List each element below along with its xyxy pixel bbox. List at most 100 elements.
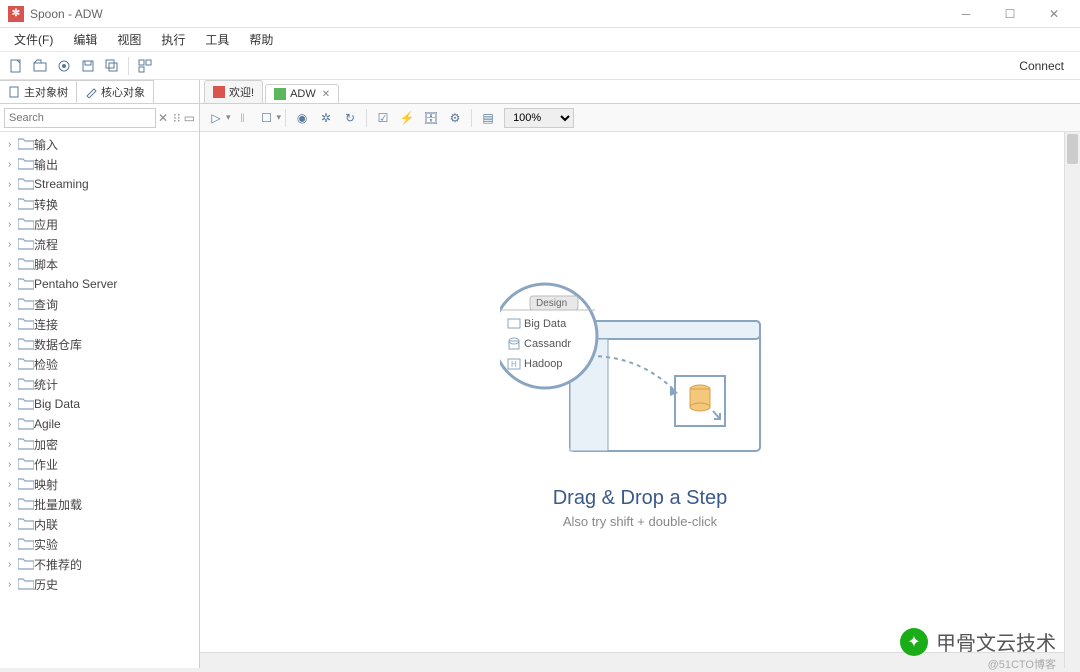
collapse-icon[interactable]: ▭ [184,109,195,127]
chevron-right-icon: › [8,199,18,210]
folder-icon [18,318,34,330]
menu-file[interactable]: 文件(F) [4,29,63,50]
welcome-tab-icon [213,86,225,98]
maximize-button[interactable]: ☐ [992,4,1028,24]
watermark-text: 甲骨文云技术 [936,627,1056,656]
separator [471,109,472,127]
debug-icon[interactable]: ✲ [316,108,336,128]
verify-icon[interactable]: ☑ [373,108,393,128]
window-controls: ─ ☐ ✕ [948,4,1072,24]
tree-item[interactable]: › 数据仓库 [0,334,199,354]
tree-item[interactable]: › 转换 [0,194,199,214]
tree-item[interactable]: › 实验 [0,534,199,554]
search-input[interactable] [4,108,156,128]
open-icon[interactable] [30,56,50,76]
tree-item-label: 脚本 [34,256,58,273]
tree-item[interactable]: › Streaming [0,174,199,194]
connect-button[interactable]: Connect [1007,57,1076,75]
replay-icon[interactable]: ↻ [340,108,360,128]
run-icon[interactable]: ▷ [206,108,226,128]
perspective-icon[interactable] [135,56,155,76]
preview-icon[interactable]: ◉ [292,108,312,128]
tree-item[interactable]: › 流程 [0,234,199,254]
tree-item[interactable]: › 不推荐的 [0,554,199,574]
tree-item-label: 输入 [34,136,58,153]
show-results-icon[interactable]: ▤ [478,108,498,128]
folder-icon [18,338,34,350]
tree-item[interactable]: › 内联 [0,514,199,534]
menu-edit[interactable]: 编辑 [63,29,107,50]
folder-icon [18,238,34,250]
tree-item-label: Streaming [34,177,89,191]
scroll-thumb[interactable] [1067,134,1078,164]
editor-tab-adw[interactable]: ADW ✕ [265,84,339,103]
chevron-right-icon: › [8,359,18,370]
tree-item[interactable]: › 加密 [0,434,199,454]
tree-item-label: 数据仓库 [34,336,82,353]
main-toolbar: Connect [0,52,1080,80]
chevron-right-icon: › [8,459,18,470]
tree-item[interactable]: › 映射 [0,474,199,494]
folder-icon [18,578,34,590]
tree-item[interactable]: › Agile [0,414,199,434]
save-as-icon[interactable] [102,56,122,76]
tree-item[interactable]: › 检验 [0,354,199,374]
tree-item[interactable]: › 连接 [0,314,199,334]
folder-icon [18,518,34,530]
scrollbar-vertical[interactable] [1064,132,1080,668]
canvas[interactable]: Design Big Data Cassandr H Hadoop Drag &… [200,132,1080,668]
object-tree: › 输入 › 输出 › Streaming › 转换 › 应用 › 流程 [0,132,199,668]
tree-item-label: 实验 [34,536,58,553]
explore-db-icon[interactable]: ⚙ [445,108,465,128]
tree-item[interactable]: › 输入 [0,134,199,154]
sql-icon[interactable]: 🗄 [421,108,441,128]
svg-text:Big Data: Big Data [524,318,567,330]
pause-icon[interactable]: ‖ [233,108,253,128]
tree-item[interactable]: › 脚本 [0,254,199,274]
save-icon[interactable] [78,56,98,76]
folder-icon [18,498,34,510]
sidebar-tab-main-tree[interactable]: 主对象树 [0,80,77,103]
minimize-button[interactable]: ─ [948,4,984,24]
editor-tab-welcome[interactable]: 欢迎! [204,80,263,103]
tree-item[interactable]: › 查询 [0,294,199,314]
menu-view[interactable]: 视图 [107,29,151,50]
folder-icon [18,398,34,410]
impact-icon[interactable]: ⚡ [397,108,417,128]
svg-text:H: H [511,360,517,369]
tree-item[interactable]: › 应用 [0,214,199,234]
tree-item[interactable]: › 批量加载 [0,494,199,514]
chevron-right-icon: › [8,439,18,450]
tab-close-icon[interactable]: ✕ [322,89,330,100]
chevron-right-icon: › [8,259,18,270]
tree-item[interactable]: › 作业 [0,454,199,474]
tree-item[interactable]: › 输出 [0,154,199,174]
tree-item[interactable]: › Pentaho Server [0,274,199,294]
tree-item[interactable]: › 统计 [0,374,199,394]
watermark: ✦ 甲骨文云技术 @51CTO博客 [900,627,1056,656]
menu-tools[interactable]: 工具 [195,29,239,50]
dropdown-icon: ▾ [277,112,282,123]
folder-icon [18,258,34,270]
zoom-select[interactable]: 100% [504,108,574,128]
sidebar-tab-label: 主对象树 [24,84,68,100]
svg-text:Hadoop: Hadoop [524,358,563,370]
tree-item[interactable]: › 历史 [0,574,199,594]
chevron-right-icon: › [8,219,18,230]
clear-icon[interactable]: ✕ [158,109,168,127]
menu-help[interactable]: 帮助 [239,29,283,50]
explore-icon[interactable] [54,56,74,76]
tree-item[interactable]: › Big Data [0,394,199,414]
sidebar-tab-core-objects[interactable]: 核心对象 [77,80,154,103]
new-file-icon[interactable] [6,56,26,76]
stop-icon[interactable]: ☐ [257,108,277,128]
tree-item-label: 批量加载 [34,496,82,513]
canvas-toolbar: ▷ ▾ ‖ ☐ ▾ ◉ ✲ ↻ ☑ ⚡ 🗄 ⚙ ▤ 100% [200,104,1080,132]
expand-icon[interactable]: ⁝⁝ [172,109,182,127]
tree-item-label: 内联 [34,516,58,533]
folder-icon [18,198,34,210]
separator [285,109,286,127]
menu-run[interactable]: 执行 [151,29,195,50]
tree-item-label: 查询 [34,296,58,313]
close-button[interactable]: ✕ [1036,4,1072,24]
